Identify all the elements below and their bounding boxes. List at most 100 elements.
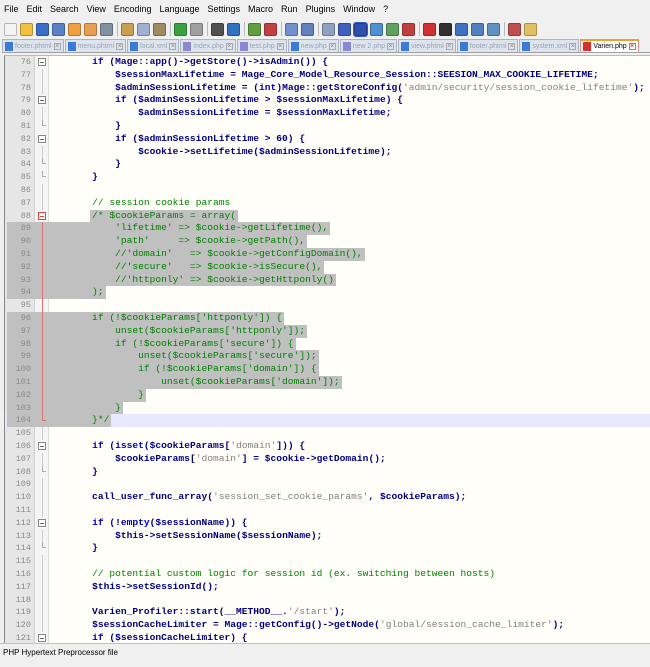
code-text[interactable]: if ($adminSessionLifetime > 60) {: [46, 133, 305, 146]
close-icon[interactable]: [68, 22, 81, 36]
code-line[interactable]: 78 $adminSessionLifetime = (int)Mage::ge…: [5, 81, 650, 95]
code-line[interactable]: 79 if ($adminSessionLifetime > $sessionM…: [5, 94, 650, 107]
word-wrap-icon[interactable]: [322, 22, 335, 36]
menu-window[interactable]: Window: [339, 3, 379, 19]
fold-collapse-icon[interactable]: [38, 211, 46, 220]
code-text[interactable]: if (!$cookieParams['domain']) {: [46, 363, 316, 376]
function-list-icon[interactable]: [386, 22, 399, 36]
fold-collapse-icon[interactable]: [38, 634, 46, 642]
menu-edit[interactable]: Edit: [23, 3, 47, 19]
code-text[interactable]: $sessionCacheLimiter = Mage::getConfig()…: [46, 619, 564, 632]
close-tab-icon[interactable]: ×: [569, 42, 577, 50]
code-line[interactable]: 95: [5, 299, 650, 312]
code-text[interactable]: $cookie->setLifetime($adminSessionLifeti…: [46, 146, 391, 159]
code-line[interactable]: 81 }: [5, 120, 650, 133]
code-text[interactable]: );: [46, 286, 104, 299]
sync-horizontal-icon[interactable]: [301, 22, 314, 36]
code-line[interactable]: 112 if (!empty($sessionName)) {: [5, 517, 650, 530]
code-text[interactable]: unset($cookieParams['secure']);: [46, 350, 316, 363]
code-text[interactable]: if ($adminSessionLifetime > $sessionMaxL…: [46, 94, 403, 107]
close-tab-icon[interactable]: ×: [328, 42, 336, 50]
code-line[interactable]: 109: [5, 478, 650, 492]
close-tab-icon[interactable]: ×: [445, 42, 453, 50]
code-line[interactable]: 102 }: [5, 388, 650, 402]
code-text[interactable]: //'secure' => $cookie->isSecure(),: [46, 261, 322, 274]
code-line[interactable]: 107 $cookieParams['domain'] = $cookie->g…: [5, 452, 650, 466]
code-line[interactable]: 120 $sessionCacheLimiter = Mage::getConf…: [5, 619, 650, 632]
find-icon[interactable]: [211, 22, 224, 36]
code-line[interactable]: 116 // potential custom logic for sessio…: [5, 568, 650, 581]
close-tab-icon[interactable]: ×: [276, 42, 284, 50]
code-line[interactable]: 97 unset($cookieParams['httponly']);: [5, 324, 650, 338]
code-line[interactable]: 82 if ($adminSessionLifetime > 60) {: [5, 133, 650, 146]
code-line[interactable]: 110 call_user_func_array('session_set_co…: [5, 491, 650, 504]
code-line[interactable]: 92 //'secure' => $cookie->isSecure(),: [5, 260, 650, 274]
code-text[interactable]: 'lifetime' => $cookie->getLifetime(),: [46, 222, 328, 235]
code-text[interactable]: if (!$cookieParams['httponly']) {: [46, 312, 282, 325]
document-map-icon[interactable]: [370, 22, 383, 36]
copy-icon[interactable]: [137, 22, 150, 36]
tab-footer-phtml[interactable]: footer.phtml ×: [2, 39, 64, 52]
fold-collapse-icon[interactable]: [38, 442, 46, 450]
menu-language[interactable]: Language: [155, 3, 203, 19]
menu-help[interactable]: ?: [379, 3, 392, 19]
menu-run[interactable]: Run: [277, 3, 302, 19]
code-text[interactable]: }: [46, 402, 121, 415]
menu-settings[interactable]: Settings: [204, 3, 245, 19]
close-tab-icon[interactable]: ×: [116, 42, 124, 50]
code-text[interactable]: unset($cookieParams['httponly']);: [46, 325, 305, 338]
fold-collapse-icon[interactable]: [38, 58, 46, 66]
close-tab-icon[interactable]: ×: [628, 43, 636, 50]
close-all-icon[interactable]: [84, 22, 97, 36]
code-line[interactable]: 105: [5, 427, 650, 440]
code-text[interactable]: unset($cookieParams['domain']);: [46, 376, 339, 389]
undo-icon[interactable]: [174, 22, 187, 36]
tab-menu-phtml[interactable]: menu.phtml ×: [64, 39, 127, 52]
record-macro-icon[interactable]: [423, 22, 436, 36]
code-text[interactable]: $this->setSessionName($sessionName);: [46, 530, 322, 543]
save-icon[interactable]: [36, 22, 49, 36]
code-text[interactable]: call_user_func_array('session_set_cookie…: [46, 491, 466, 504]
fold-collapse-icon[interactable]: [38, 96, 46, 105]
cut-icon[interactable]: [121, 22, 134, 36]
show-all-chars-icon[interactable]: [338, 22, 351, 36]
code-text[interactable]: $this->setSessionId();: [46, 581, 219, 594]
code-line[interactable]: 77 $sessionMaxLifetime = Mage_Core_Model…: [5, 68, 650, 82]
close-tab-icon[interactable]: ×: [225, 42, 233, 50]
indent-guide-icon[interactable]: [353, 21, 368, 37]
menu-macro[interactable]: Macro: [244, 3, 277, 19]
code-line[interactable]: 121 if ($sessionCacheLimiter) {: [5, 632, 650, 643]
folder-workspace-icon[interactable]: [402, 22, 415, 36]
paste-icon[interactable]: [153, 22, 166, 36]
menu-search[interactable]: Search: [46, 3, 83, 19]
close-tab-icon[interactable]: ×: [508, 42, 516, 50]
code-line[interactable]: 89 'lifetime' => $cookie->getLifetime(),: [5, 222, 650, 236]
stop-record-icon[interactable]: [439, 22, 452, 36]
run-macro-multiple-icon[interactable]: [471, 22, 484, 36]
new-file-icon[interactable]: [4, 22, 17, 36]
sync-vertical-icon[interactable]: [285, 22, 298, 36]
code-line[interactable]: 115: [5, 555, 650, 568]
code-text[interactable]: }: [46, 389, 144, 402]
code-text[interactable]: }: [46, 120, 121, 133]
code-text[interactable]: if (Mage::app()->getStore()->isAdmin()) …: [46, 56, 328, 69]
fold-collapse-icon[interactable]: [38, 134, 46, 143]
code-line[interactable]: 117 $this->setSessionId();: [5, 580, 650, 594]
menu-view[interactable]: View: [83, 3, 110, 19]
code-text[interactable]: $adminSessionLifetime = (int)Mage::getSt…: [46, 82, 645, 95]
code-line[interactable]: 111: [5, 504, 650, 517]
close-tab-icon[interactable]: ×: [169, 42, 177, 50]
code-line[interactable]: 85 }: [5, 171, 650, 184]
tab-footer-phtml[interactable]: footer.phtml ×: [456, 39, 519, 52]
code-text[interactable]: if ($sessionCacheLimiter) {: [46, 632, 247, 643]
code-text[interactable]: }: [46, 542, 98, 555]
zoom-in-icon[interactable]: [248, 22, 261, 36]
code-text[interactable]: }: [46, 171, 98, 184]
fold-collapse-icon[interactable]: [38, 518, 46, 527]
plugin-icon[interactable]: [524, 22, 537, 36]
code-line[interactable]: 94 );: [5, 286, 650, 300]
code-line[interactable]: 84 }: [5, 158, 650, 171]
tab-view-phtml[interactable]: view.phtml ×: [398, 39, 456, 52]
play-macro-icon[interactable]: [455, 22, 468, 36]
code-line[interactable]: 119 Varien_Profiler::start(__METHOD__.'/…: [5, 606, 650, 620]
